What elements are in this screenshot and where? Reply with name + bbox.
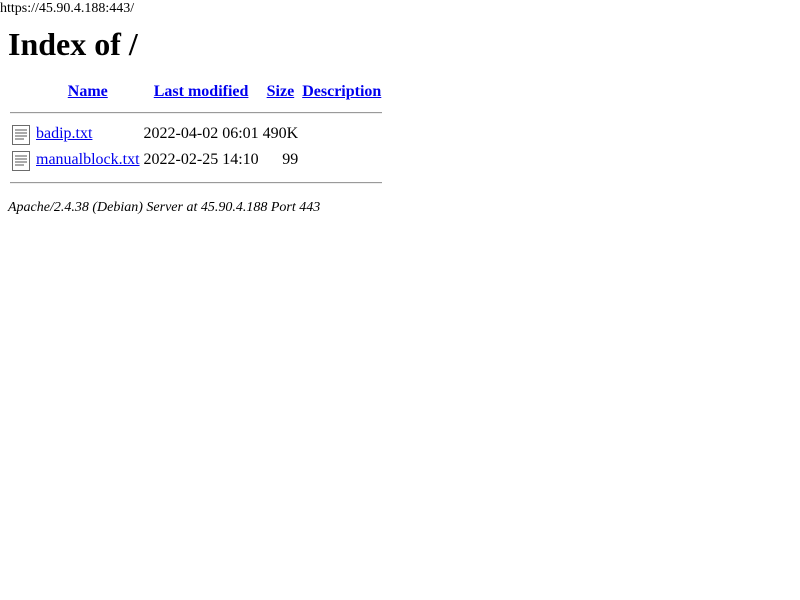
description-cell — [301, 123, 382, 147]
size-cell: 99 — [282, 151, 299, 168]
file-link[interactable]: manualblock.txt — [36, 151, 140, 168]
url-text: https://45.90.4.188:443/ — [0, 1, 135, 16]
page-title: Index of / — [8, 26, 138, 62]
file-link[interactable]: badip.txt — [36, 125, 92, 142]
icon-header — [10, 81, 33, 103]
divider — [10, 182, 383, 184]
last-modified-cell: 2022-04-02 06:01 — [143, 125, 259, 142]
text-file-icon — [11, 150, 31, 172]
divider — [10, 112, 383, 114]
table-row: badip.txt 2022-04-02 06:01 490K — [10, 123, 382, 147]
file-table: Name Last modified Size Description badi… — [8, 79, 384, 193]
sort-by-last-modified-link[interactable]: Last modified — [154, 83, 249, 100]
directory-listing: Index of / Name Last modified Size Descr… — [8, 26, 384, 217]
description-cell — [301, 149, 382, 173]
name-header: Name — [35, 81, 141, 103]
last-modified-header: Last modified — [143, 81, 260, 103]
description-header: Description — [301, 81, 382, 103]
server-signature: Apache/2.4.38 (Debian) Server at 45.90.4… — [8, 200, 321, 215]
separator-row — [10, 105, 383, 121]
text-file-icon — [11, 124, 31, 146]
sort-by-description-link[interactable]: Description — [302, 83, 381, 100]
separator-row — [10, 175, 383, 191]
sort-by-name-link[interactable]: Name — [68, 83, 108, 100]
size-cell: 490K — [262, 125, 299, 142]
table-row: manualblock.txt 2022-02-25 14:10 99 — [10, 149, 382, 173]
table-header-row: Name Last modified Size Description — [10, 81, 382, 103]
last-modified-cell: 2022-02-25 14:10 — [143, 151, 259, 168]
sort-by-size-link[interactable]: Size — [267, 83, 295, 100]
size-header: Size — [262, 81, 300, 103]
